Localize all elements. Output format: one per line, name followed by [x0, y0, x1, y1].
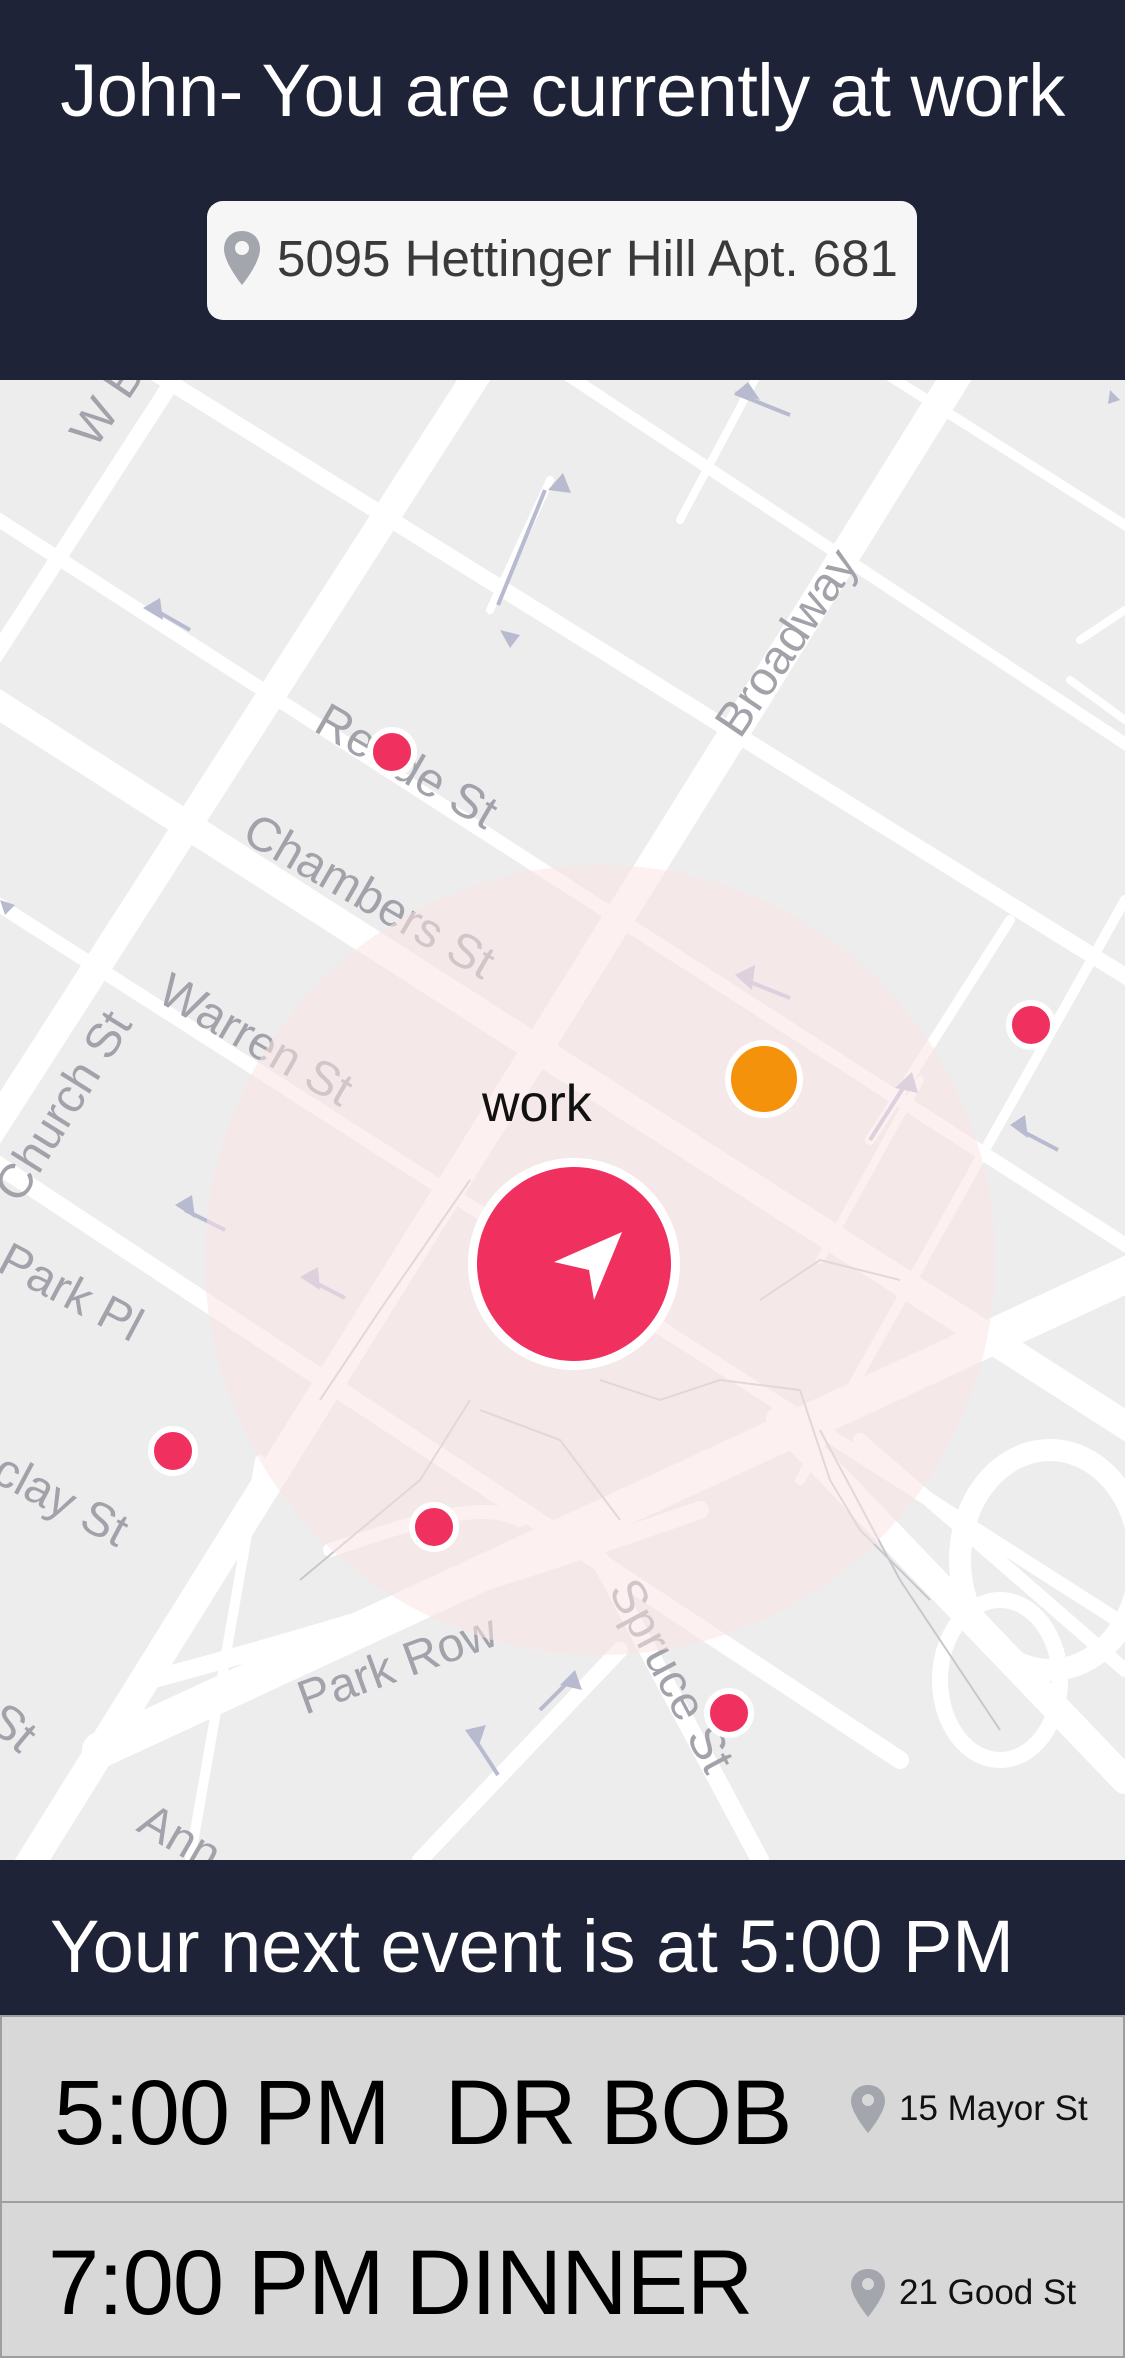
event-name: DR BOB	[444, 2062, 793, 2164]
event-row[interactable]: 5:00 PM DR BOB 15 Mayor St	[0, 2015, 1125, 2205]
map-view[interactable]: W B Broadway Reade St Chambers St Warren…	[0, 380, 1125, 1860]
location-pin-icon	[851, 2085, 885, 2133]
map-marker	[1006, 1000, 1056, 1050]
location-label: work	[482, 1075, 592, 1133]
event-time: 7:00 PM	[48, 2232, 385, 2334]
event-title: 7:00 PM DINNER	[48, 2231, 754, 2336]
event-row[interactable]: 7:00 PM DINNER 21 Good St	[0, 2201, 1125, 2358]
map-marker-current	[725, 1040, 803, 1118]
location-pin-icon	[851, 2269, 885, 2317]
event-name: DINNER	[405, 2232, 754, 2334]
event-time: 5:00 PM	[54, 2062, 391, 2164]
event-location: 21 Good St	[899, 2273, 1077, 2312]
location-pin-icon	[224, 231, 260, 285]
event-location: 15 Mayor St	[899, 2089, 1088, 2128]
next-event-banner: Your next event is at 5:00 PM	[0, 1860, 1125, 2015]
event-list: 5:00 PM DR BOB 15 Mayor St 7:00 PM DINNER …	[0, 2015, 1125, 2358]
address-text: 5095 Hettinger Hill Apt. 681	[277, 230, 898, 287]
address-field[interactable]: 5095 Hettinger Hill Apt. 681	[207, 201, 917, 320]
navigation-arrow-icon[interactable]	[542, 1220, 632, 1310]
map-marker	[704, 1688, 754, 1738]
event-title: 5:00 PM DR BOB	[54, 2061, 793, 2166]
header: John- You are currently at work 5095 Het…	[0, 0, 1125, 380]
map-marker	[409, 1502, 459, 1552]
map-marker	[367, 727, 417, 777]
status-title: John- You are currently at work	[60, 49, 1065, 132]
map-marker	[148, 1426, 198, 1476]
next-event-text: Your next event is at 5:00 PM	[50, 1905, 1014, 1988]
